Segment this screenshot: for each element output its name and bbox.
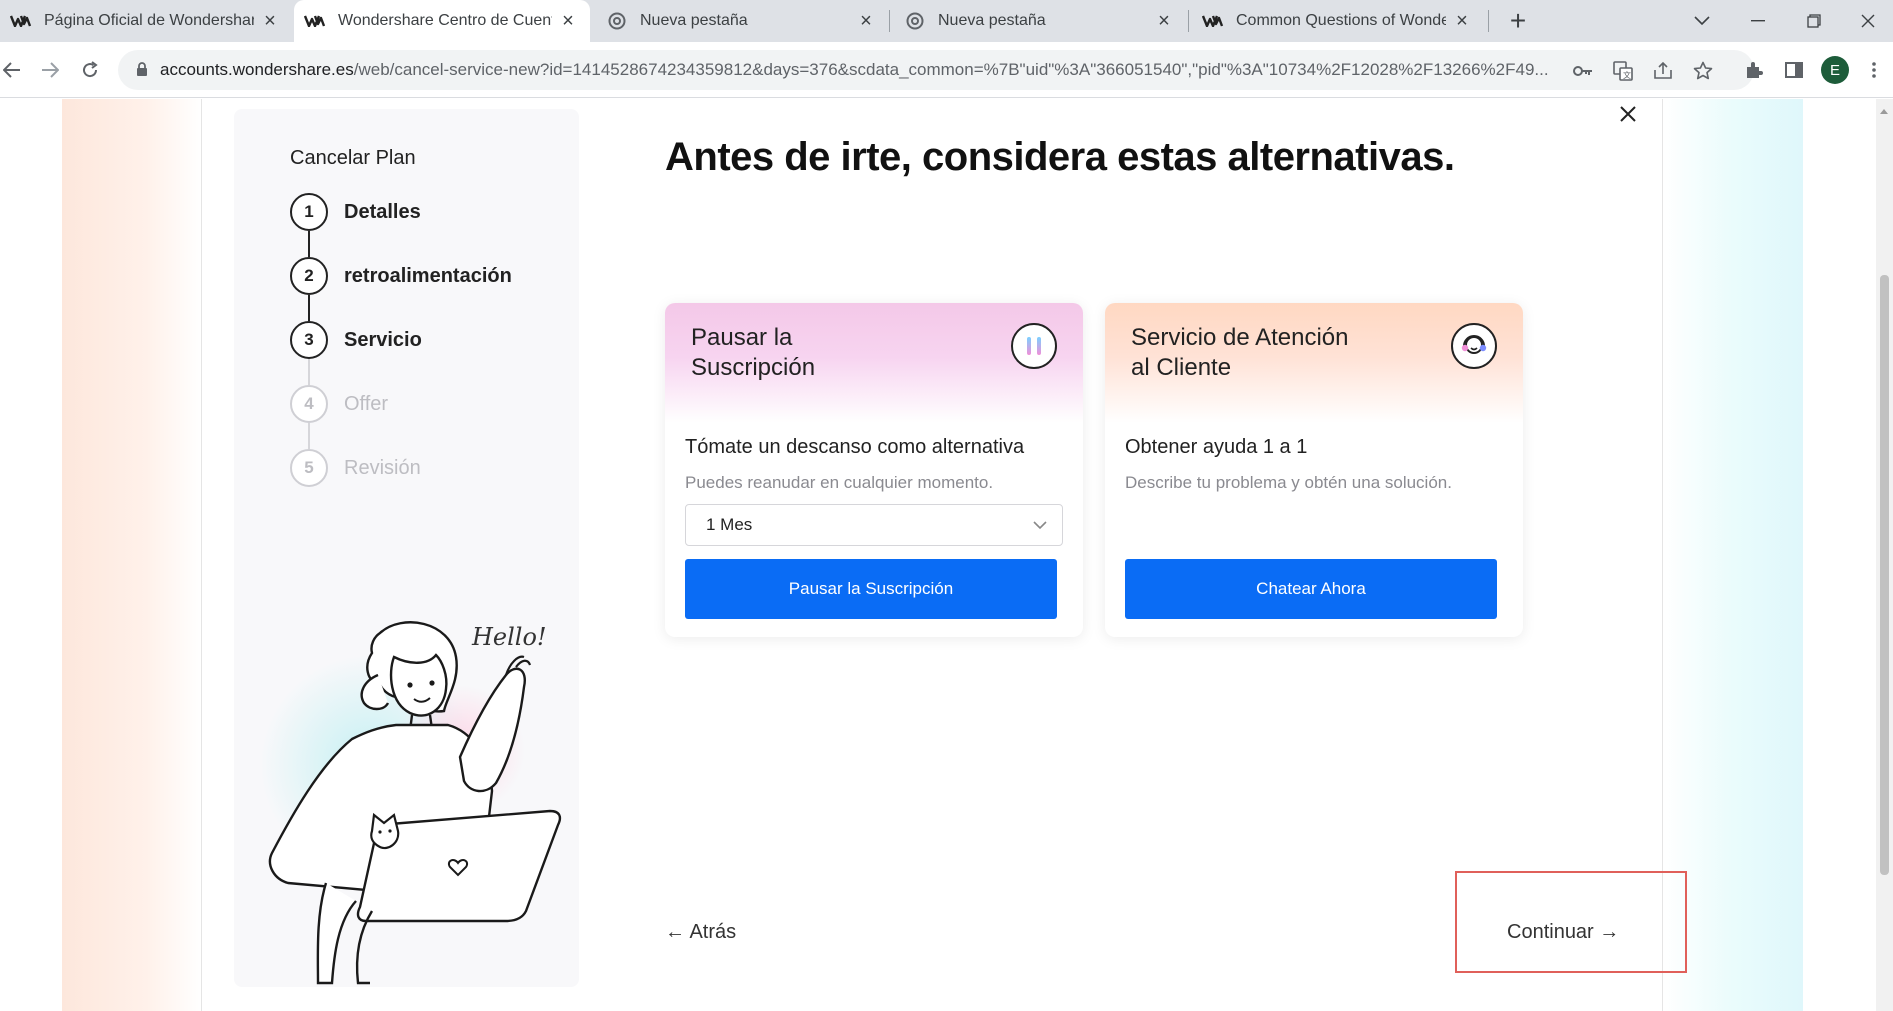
pause-subscription-card: Pausar la Suscripción Tómate un descanso…	[665, 303, 1083, 637]
restore-icon[interactable]	[1786, 0, 1842, 42]
tab-new-tab-2[interactable]: Nueva pestaña ×	[894, 0, 1186, 42]
card-subtitle: Tómate un descanso como alternativa	[685, 436, 1025, 458]
step-label: Detalles	[344, 200, 421, 223]
page-viewport: Cancelar Plan 1 Detalles 2 retroalimenta…	[0, 99, 1893, 1011]
browser-toolbar: accounts.wondershare.es/web/cancel-servi…	[0, 42, 1893, 98]
minimize-icon[interactable]	[1730, 0, 1786, 42]
customer-service-card: Servicio de Atención al Cliente Obtener …	[1105, 303, 1523, 637]
card-title: Servicio de Atención al Cliente	[1131, 324, 1349, 381]
reload-icon[interactable]	[74, 54, 106, 86]
step-number: 2	[290, 257, 328, 295]
step-feedback: 2 retroalimentación	[290, 257, 512, 295]
tab-separator	[889, 10, 890, 32]
pause-duration-select[interactable]: 1 Mes	[685, 504, 1063, 546]
lock-icon	[136, 62, 150, 78]
tab-strip: Página Oficial de Wondershare: C × Wonde…	[0, 0, 1893, 42]
chrome-logo-icon	[606, 12, 628, 30]
wondershare-logo-icon	[1202, 13, 1224, 29]
translate-icon[interactable]: 文	[1612, 60, 1634, 82]
tab-search-chevron-icon[interactable]	[1674, 0, 1730, 42]
step-number: 3	[290, 321, 328, 359]
chrome-logo-icon	[904, 12, 926, 30]
tab-close-icon[interactable]: ×	[856, 10, 876, 32]
select-value: 1 Mes	[706, 515, 753, 534]
step-label: Offer	[344, 392, 389, 415]
more-menu-icon[interactable]	[1860, 56, 1888, 84]
chevron-down-icon	[1032, 517, 1048, 533]
step-number: 4	[290, 385, 328, 423]
pause-subscription-button[interactable]: Pausar la Suscripción	[685, 559, 1057, 619]
tab-title: Página Oficial de Wondershare: C	[44, 12, 254, 29]
tab-account-center[interactable]: Wondershare Centro de Cuenta ×	[294, 0, 590, 42]
chat-now-button[interactable]: Chatear Ahora	[1125, 559, 1497, 619]
share-icon[interactable]	[1652, 60, 1674, 82]
tab-close-icon[interactable]: ×	[260, 10, 280, 32]
illustration-hello-text: Hello!	[471, 623, 547, 651]
tab-separator	[1188, 10, 1189, 32]
page-title: Antes de irte, considera estas alternati…	[665, 135, 1455, 179]
tab-new-tab-1[interactable]: Nueva pestaña ×	[596, 0, 888, 42]
tab-title: Nueva pestaña	[938, 12, 1046, 29]
tab-close-icon[interactable]: ×	[1452, 10, 1472, 32]
card-title: Pausar la Suscripción	[691, 324, 816, 381]
back-arrow-icon[interactable]	[0, 54, 28, 86]
svg-text:文: 文	[1623, 70, 1631, 80]
step-review: 5 Revisión	[290, 449, 421, 487]
tab-close-icon[interactable]: ×	[1154, 10, 1174, 32]
close-window-icon[interactable]	[1842, 0, 1893, 42]
profile-avatar[interactable]: E	[1821, 56, 1849, 84]
close-dialog-icon[interactable]	[1613, 99, 1643, 129]
pause-icon	[1011, 323, 1057, 369]
tab-title: Common Questions of Wondersh	[1236, 12, 1446, 29]
new-tab-plus-icon[interactable]: +	[1503, 5, 1533, 36]
support-agent-icon	[1451, 323, 1497, 369]
step-label: Revisión	[344, 456, 421, 479]
scroll-up-arrow-icon[interactable]	[1879, 102, 1889, 114]
wondershare-logo-icon	[10, 13, 32, 29]
back-link[interactable]: ← Atrás	[665, 921, 736, 944]
step-details: 1 Detalles	[290, 193, 421, 231]
continue-link[interactable]: Continuar →	[1507, 921, 1619, 944]
card-description: Describe tu problema y obtén una solució…	[1125, 473, 1452, 492]
step-number: 5	[290, 449, 328, 487]
step-connector	[308, 359, 310, 385]
side-panel-icon[interactable]	[1780, 56, 1808, 84]
tab-close-icon[interactable]: ×	[558, 10, 578, 32]
step-number: 1	[290, 193, 328, 231]
card-subtitle: Obtener ayuda 1 a 1	[1125, 436, 1308, 458]
url-text: accounts.wondershare.es/web/cancel-servi…	[160, 60, 1550, 80]
tab-title: Wondershare Centro de Cuenta	[338, 12, 552, 29]
tab-title: Nueva pestaña	[640, 12, 748, 29]
tab-separator	[1488, 10, 1489, 32]
extensions-puzzle-icon[interactable]	[1740, 56, 1768, 84]
url-path: /web/cancel-service-new?id=1414528674234…	[353, 60, 1549, 79]
wondershare-logo-icon	[304, 13, 326, 29]
step-connector	[308, 231, 310, 257]
key-icon[interactable]	[1572, 60, 1594, 82]
cancel-plan-dialog: Cancelar Plan 1 Detalles 2 retroalimenta…	[201, 99, 1687, 1011]
tab-wondershare-official[interactable]: Página Oficial de Wondershare: C ×	[0, 0, 292, 42]
step-label: Servicio	[344, 328, 422, 351]
step-offer: 4 Offer	[290, 385, 388, 423]
address-bar[interactable]: accounts.wondershare.es/web/cancel-servi…	[118, 50, 1754, 90]
scrollbar-thumb[interactable]	[1880, 275, 1889, 875]
sidebar-title: Cancelar Plan	[290, 147, 416, 169]
url-host: accounts.wondershare.es	[160, 60, 354, 79]
card-description: Puedes reanudar en cualquier momento.	[685, 473, 994, 492]
step-label: retroalimentación	[344, 264, 512, 287]
tab-common-questions[interactable]: Common Questions of Wondersh ×	[1192, 0, 1484, 42]
forward-arrow-icon[interactable]	[34, 54, 66, 86]
step-service: 3 Servicio	[290, 321, 422, 359]
page-background-left	[62, 99, 202, 1011]
hello-girl-illustration: Hello!	[260, 621, 562, 985]
bookmark-star-icon[interactable]	[1692, 60, 1714, 82]
step-connector	[308, 295, 310, 321]
step-connector	[308, 423, 310, 449]
